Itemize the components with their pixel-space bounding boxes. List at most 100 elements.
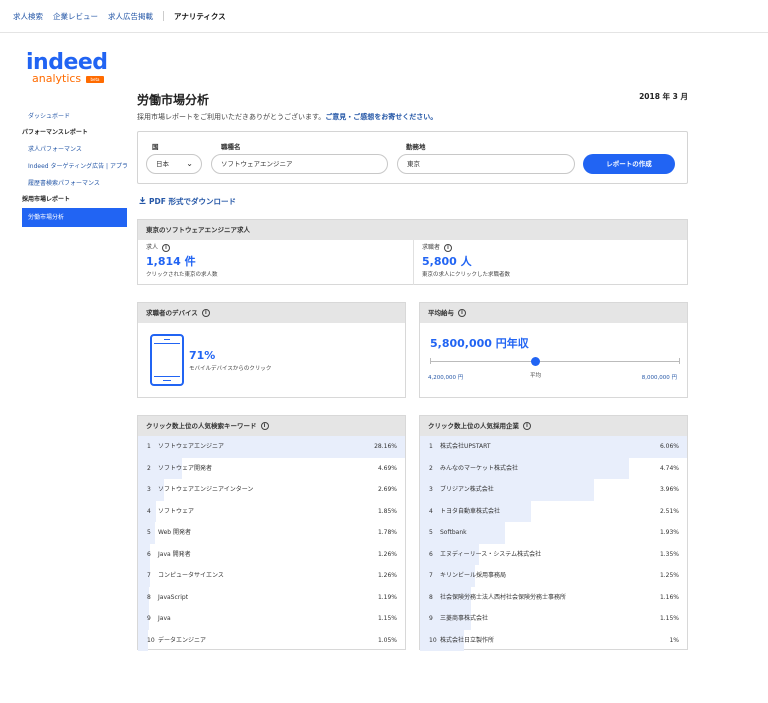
seekers-value: 5,800 人: [422, 254, 472, 268]
info-icon[interactable]: i: [458, 309, 466, 317]
job-title-label: 職種名: [221, 143, 241, 151]
report-filter-panel: 国 日本 ⌄ 職種名 ソフトウェアエンジニア 勤務地 東京 レポートの作成: [137, 131, 688, 184]
company-name: 株式会社日立製作所: [440, 636, 495, 644]
keyword-percent: 4.69%: [377, 464, 397, 472]
company-percent: 1.93%: [659, 529, 679, 536]
keyword-name: Java: [158, 615, 171, 622]
feedback-link[interactable]: ご意見・ご感想をお寄せください。: [325, 113, 437, 121]
company-percent: 1%: [669, 636, 679, 644]
subtitle-text: 採用市場レポートをご利用いただきありがとうございます。: [137, 113, 326, 121]
nav-job-search[interactable]: 求人検索: [13, 11, 43, 22]
keyword-rank: 9: [147, 615, 151, 622]
info-icon[interactable]: i: [523, 422, 531, 430]
keyword-name: ソフトウェアエンジニア: [158, 443, 225, 450]
companies-title: クリック数上位の人気採用企業: [428, 422, 519, 430]
page-title: 労働市場分析: [137, 93, 210, 107]
nav-company-reviews[interactable]: 企業レビュー: [53, 11, 98, 22]
info-icon[interactable]: i: [162, 243, 171, 252]
company-percent: 1.35%: [659, 550, 679, 558]
page-subtitle: 採用市場レポートをご利用いただきありがとうございます。ご意見・ご感想をお寄せくだ…: [137, 112, 437, 122]
create-report-button[interactable]: レポートの作成: [583, 154, 675, 174]
country-label: 国: [152, 143, 159, 151]
keyword-row: 10 データエンジニア 1.05%: [138, 629, 405, 651]
keyword-row: 8 JavaScript 1.19%: [138, 586, 405, 608]
nav-analytics[interactable]: アナリティクス: [174, 11, 226, 22]
download-icon: [139, 197, 146, 206]
keyword-percent: 1.78%: [377, 529, 397, 536]
nav-divider: [163, 11, 164, 21]
keyword-rank: 7: [147, 572, 151, 579]
company-rank: 3: [429, 486, 433, 493]
sidebar: ダッシュボード パフォーマンスレポート 求人パフォーマンス Indeed ターゲ…: [22, 108, 127, 227]
keyword-percent: 1.15%: [377, 615, 397, 622]
keyword-percent: 1.26%: [377, 572, 397, 579]
location-input[interactable]: 東京: [397, 154, 575, 174]
keyword-name: ソフトウェア: [158, 507, 195, 515]
keyword-rank: 5: [147, 529, 151, 536]
company-rank: 8: [429, 593, 433, 601]
company-rank: 10: [429, 636, 437, 644]
company-row: 8 社会保険労務士法人西村社会保険労務士事務所 1.16%: [420, 586, 687, 608]
jobs-desc: クリックされた東京の求人数: [146, 271, 218, 278]
indeed-analytics-logo[interactable]: indeed analytics beta: [26, 52, 116, 88]
company-percent: 1.25%: [659, 572, 679, 579]
info-icon[interactable]: i: [444, 243, 453, 252]
sidebar-item-resume-search[interactable]: 履歴書検索パフォーマンス: [22, 175, 127, 192]
devices-panel-header: 求職者のデバイス i: [138, 303, 405, 323]
keyword-name: ソフトウェアエンジニアインターン: [158, 486, 254, 493]
company-row: 3 ブリジアン株式会社 3.96%: [420, 479, 687, 501]
keyword-percent: 1.05%: [377, 636, 397, 644]
salary-min: 4,200,000 円: [428, 375, 464, 381]
company-name: トヨタ自動車株式会社: [440, 507, 501, 515]
company-percent: 2.51%: [659, 507, 679, 515]
keyword-row: 5 Web 開発者 1.78%: [138, 522, 405, 544]
info-icon[interactable]: i: [201, 309, 210, 317]
pdf-download-label: PDF 形式でダウンロード: [149, 197, 236, 206]
sidebar-item-labor-market[interactable]: 労働市場分析: [22, 208, 127, 227]
sidebar-item-dashboard[interactable]: ダッシュボード: [22, 108, 127, 125]
pdf-download-link[interactable]: PDF 形式でダウンロード: [139, 196, 236, 207]
range-min-tick: [430, 358, 431, 364]
mobile-phone-icon: [150, 334, 184, 386]
company-rank: 1: [429, 443, 433, 450]
logo-product: analytics: [32, 72, 82, 85]
company-rank: 7: [429, 572, 433, 579]
info-icon[interactable]: i: [260, 422, 269, 430]
keyword-row: 4 ソフトウェア 1.85%: [138, 500, 405, 522]
country-select[interactable]: 日本 ⌄: [146, 154, 202, 174]
keyword-name: コンピュータサイエンス: [158, 572, 224, 579]
chevron-down-icon: ⌄: [186, 159, 193, 168]
keyword-row: 7 コンピュータサイエンス 1.26%: [138, 565, 405, 587]
keyword-name: Java 開発者: [158, 550, 191, 558]
sidebar-item-targeted-ads[interactable]: Indeed ターゲティング広告 | アプライ: [22, 158, 127, 175]
job-title-input[interactable]: ソフトウェアエンジニア: [211, 154, 388, 174]
company-rank: 4: [429, 507, 433, 515]
company-percent: 1.16%: [659, 593, 679, 601]
keyword-name: データエンジニア: [158, 636, 207, 644]
summary-divider: [413, 240, 414, 285]
country-value: 日本: [156, 160, 169, 168]
company-name: 株式会社UPSTART: [440, 443, 491, 450]
nav-post-job[interactable]: 求人広告掲載: [108, 11, 153, 22]
keyword-name: JavaScript: [158, 593, 189, 601]
keyword-percent: 2.69%: [377, 486, 397, 493]
mobile-percent: 71%: [189, 349, 216, 362]
keywords-list: 1 ソフトウェアエンジニア 28.16% 2 ソフトウェア開発者 4.69% 3 ソフトウェア…: [138, 436, 405, 651]
keyword-name: Web 開発者: [158, 529, 191, 536]
keyword-row: 9 Java 1.15%: [138, 608, 405, 630]
company-name: 三菱商事株式会社: [440, 615, 489, 622]
sidebar-heading-hiring: 採用市場レポート: [22, 196, 71, 203]
summary-panel-title: 東京のソフトウェアエンジニア求人: [138, 220, 687, 240]
companies-list: 1 株式会社UPSTART 6.06% 2 みんなのマーケット株式会社 4.74% 3 ブリジ…: [420, 436, 687, 651]
company-row: 6 エヌディーリース・システム株式会社 1.35%: [420, 543, 687, 565]
company-percent: 4.74%: [659, 464, 679, 472]
salary-avg-label: 平均: [530, 373, 542, 379]
sidebar-item-job-performance[interactable]: 求人パフォーマンス: [22, 141, 127, 158]
jobs-stat: 求人 i 1,814 件 クリックされた東京の求人数: [146, 242, 218, 278]
seekers-desc: 東京の求人にクリックした求職者数: [422, 271, 511, 278]
company-row: 2 みんなのマーケット株式会社 4.74%: [420, 457, 687, 479]
keyword-percent: 28.16%: [374, 443, 397, 450]
company-name: Softbank: [440, 529, 467, 536]
keyword-rank: 10: [147, 636, 155, 644]
jobs-value: 1,814 件: [146, 254, 196, 268]
